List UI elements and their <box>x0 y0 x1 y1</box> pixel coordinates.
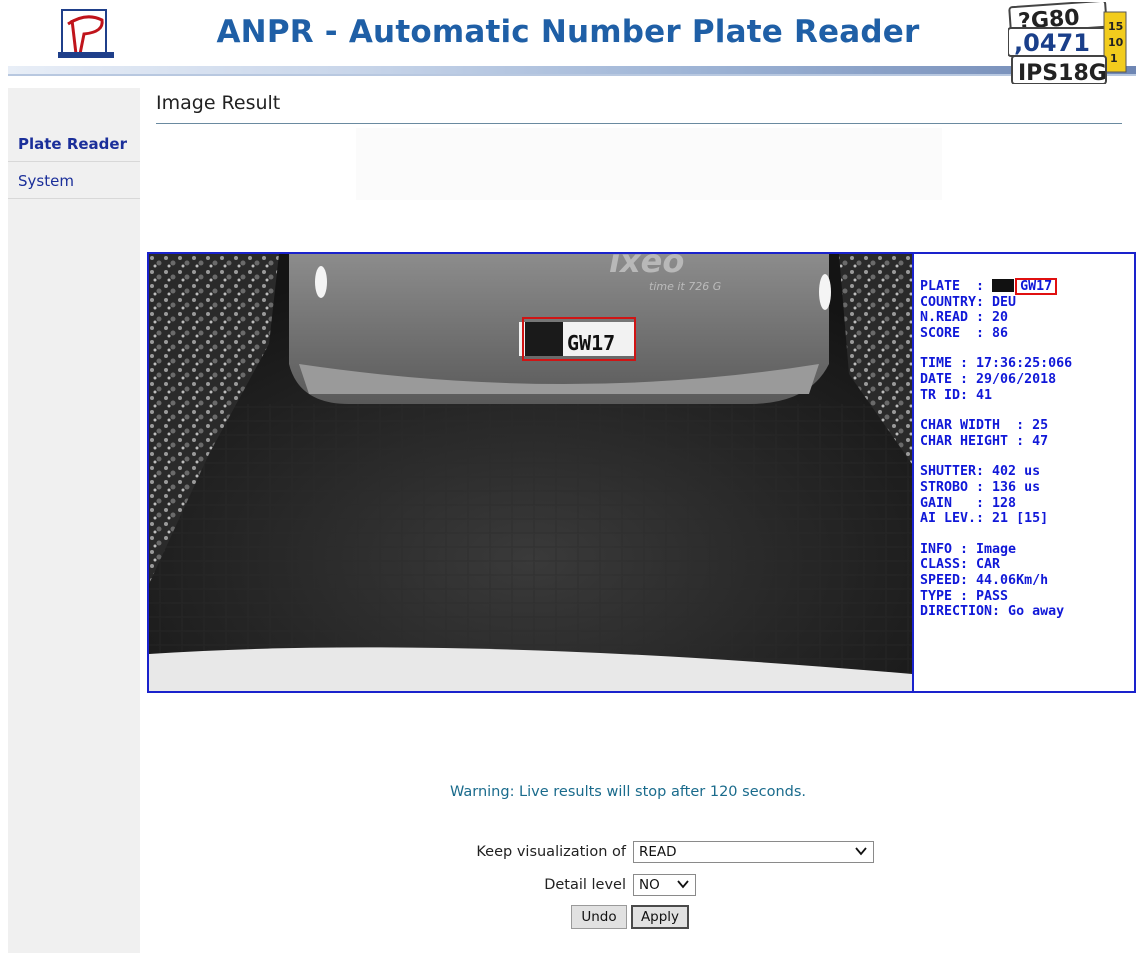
keep-visualization-value: READ <box>639 844 677 860</box>
header-rule <box>8 66 1136 74</box>
sidebar-item-system[interactable]: System <box>8 163 140 199</box>
overlay-time: TIME : 17:36:25:066 <box>920 356 1073 372</box>
detail-level-value: NO <box>639 877 660 893</box>
undo-button[interactable]: Undo <box>571 905 627 929</box>
overlay-speed: SPEED: 44.06Km/h <box>920 572 1049 588</box>
app-title-rest: - Automatic Number Plate Reader <box>313 14 920 50</box>
apply-button[interactable]: Apply <box>631 905 689 929</box>
overlay-ai-lev: AI LEV.: 21 [15] <box>920 511 1049 527</box>
chevron-down-icon <box>855 847 867 856</box>
license-plates-icon: ?G80 ,0471 15 10 1 IPS18G <box>1008 2 1127 84</box>
live-warning: Warning: Live results will stop after 12… <box>449 784 807 800</box>
overlay-n-read: N.READ : 20 <box>920 310 1009 326</box>
page-title: Image Result <box>156 92 281 114</box>
header: ANPR - Automatic Number Plate Reader ?G8… <box>0 0 1136 84</box>
overlay-char-width: CHAR WIDTH : 25 <box>920 418 1049 434</box>
page-title-rule <box>156 123 1122 124</box>
overlay-shutter: SHUTTER: 402 us <box>920 464 1041 480</box>
result-image: ixeo time it 726 G GW17 PLATE : GW17 COUN… <box>147 252 1136 693</box>
overlay-plate-value: GW17 <box>1015 277 1058 295</box>
svg-text:10: 10 <box>1108 36 1124 49</box>
overlay-direction: DIRECTION: Go away <box>920 604 1065 620</box>
svg-text:1: 1 <box>1110 52 1118 65</box>
plate-text: GW17 <box>567 331 615 355</box>
overlay-tr-id: TR ID: 41 <box>920 387 993 403</box>
overlay-plate-label: PLATE : <box>920 278 993 294</box>
overlay-info: PLATE : GW17 COUNTRY: DEU N.READ : 20 SCORE… <box>920 262 1072 651</box>
app-title: ANPR - Automatic Number Plate Reader <box>0 14 1136 50</box>
svg-text:IPS18G: IPS18G <box>1018 61 1107 84</box>
image-placeholder <box>356 128 942 200</box>
keep-visualization-label: Keep visualization of <box>476 844 626 860</box>
overlay-type: TYPE : PASS <box>920 588 1009 604</box>
overlay-date: DATE : 29/06/2018 <box>920 371 1057 387</box>
camera-photo: ixeo time it 726 G GW17 <box>149 254 912 691</box>
detail-level-label: Detail level <box>544 877 626 893</box>
overlay-info-line: INFO : Image <box>920 541 1017 557</box>
sidebar-item-plate-reader[interactable]: Plate Reader <box>8 126 140 162</box>
overlay-char-height: CHAR HEIGHT : 47 <box>920 433 1049 449</box>
detail-level-select[interactable]: NO <box>633 874 696 896</box>
van-logo-text: ixeo <box>609 254 684 280</box>
overlay-country: COUNTRY: DEU <box>920 294 1017 310</box>
redaction-block <box>992 278 1015 292</box>
overlay-strobo: STROBO : 136 us <box>920 479 1041 495</box>
svg-text:15: 15 <box>1108 20 1123 33</box>
van-subtext: time it 726 G <box>649 280 721 293</box>
overlay-gain: GAIN : 128 <box>920 495 1017 511</box>
header-rule-thin <box>8 74 1136 76</box>
keep-visualization-select[interactable]: READ <box>633 841 874 863</box>
chevron-down-icon <box>677 880 689 889</box>
overlay-score: SCORE : 86 <box>920 325 1009 341</box>
svg-text:,0471: ,0471 <box>1014 29 1090 57</box>
overlay-class: CLASS: CAR <box>920 557 1001 573</box>
sidebar: Plate Reader System <box>8 88 140 953</box>
overlay-divider <box>912 254 914 691</box>
app-title-main: ANPR <box>216 14 314 50</box>
